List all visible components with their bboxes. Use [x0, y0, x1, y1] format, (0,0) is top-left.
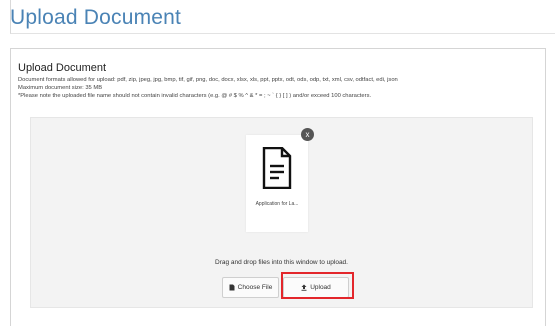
choose-file-button[interactable]: Choose File [222, 277, 279, 298]
allowed-formats-text: Document formats allowed for upload: pdf… [18, 77, 398, 83]
page-title: Upload Document [10, 6, 182, 29]
remove-file-button[interactable]: x [301, 128, 314, 141]
filename-note-text: *Please note the uploaded file name shou… [18, 93, 372, 99]
close-icon: x [305, 130, 310, 139]
document-icon [262, 147, 292, 189]
file-card[interactable]: Application for La... [246, 135, 308, 232]
max-size-text: Maximum document size: 35 MB [18, 85, 103, 91]
upload-label: Upload [310, 284, 331, 291]
choose-file-label: Choose File [237, 284, 273, 291]
upload-button[interactable]: Upload [283, 277, 349, 298]
file-icon [229, 284, 235, 291]
file-name: Application for La... [255, 201, 299, 207]
section-title: Upload Document [18, 62, 107, 74]
upload-icon [301, 284, 307, 291]
drop-instructions: Drag and drop files into this window to … [215, 259, 348, 266]
